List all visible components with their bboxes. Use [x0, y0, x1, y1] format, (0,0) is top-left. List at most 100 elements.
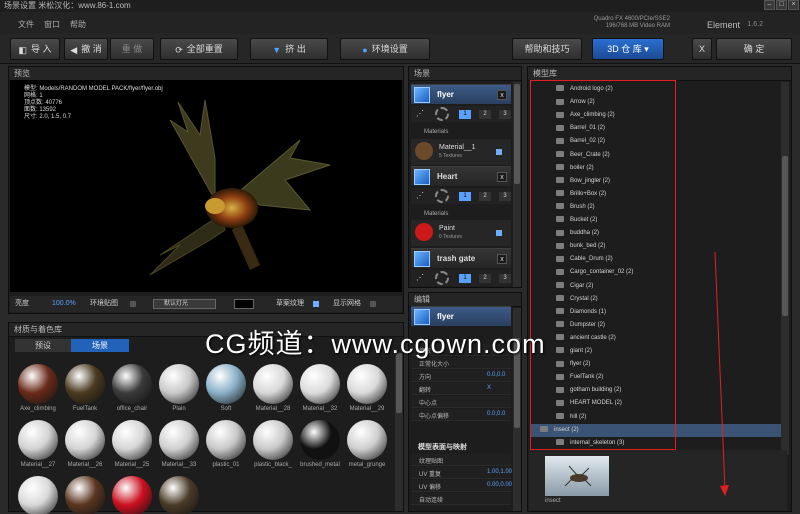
cancel-x-label: X: [698, 44, 705, 54]
draft-texture-checkbox[interactable]: [313, 301, 319, 307]
material-thumb[interactable]: [112, 476, 152, 514]
material-thumb[interactable]: [65, 364, 105, 404]
materials-header: Materials: [424, 211, 449, 217]
menu-bar: 文件 窗口 帮助 Quadro FX 4600/PCIe/SSE2 196/76…: [0, 12, 800, 34]
color-swatch[interactable]: [234, 299, 254, 309]
cancel-x-button[interactable]: X: [692, 38, 712, 60]
show-grid-label: 显示网格: [333, 300, 361, 307]
gear-icon[interactable]: [435, 189, 449, 203]
browser-scroll-thumb[interactable]: [782, 156, 788, 316]
material-row-heart[interactable]: Paint 0 Textures: [411, 220, 511, 246]
seg-3[interactable]: 3: [499, 274, 511, 283]
minimize-button[interactable]: –: [764, 0, 775, 10]
material-thumb[interactable]: [206, 420, 246, 460]
wing-left: [169, 99, 216, 202]
editor-row[interactable]: 翻转 X: [411, 383, 511, 395]
gpu-line2: 196/768 MB Video RAM: [605, 23, 670, 29]
material-thumb[interactable]: [65, 476, 105, 514]
material-thumb[interactable]: [253, 420, 293, 460]
help-tips-button[interactable]: 帮助和技巧: [512, 38, 582, 60]
seg-2[interactable]: 2: [479, 192, 491, 201]
material-thumb[interactable]: [253, 364, 293, 404]
material-thumb[interactable]: [347, 420, 387, 460]
preview-label: insect: [545, 498, 561, 504]
env-settings-button[interactable]: ● 环境设置: [340, 38, 430, 60]
material-thumb[interactable]: [18, 364, 58, 404]
remove-object-button[interactable]: x: [497, 90, 507, 100]
gear-icon[interactable]: [435, 107, 449, 121]
seg-3[interactable]: 3: [499, 110, 511, 119]
scene-scroll-thumb[interactable]: [514, 84, 520, 184]
scene-object-heart[interactable]: Heart x: [411, 166, 511, 186]
browser-scrollbar[interactable]: [781, 82, 789, 455]
editor-row-label: 自动连续: [419, 498, 444, 504]
seg-1[interactable]: 1: [459, 110, 471, 119]
remove-object-button[interactable]: x: [497, 254, 507, 264]
material-row-flyer[interactable]: Material__1 5 Textures: [411, 139, 511, 165]
close-button[interactable]: ×: [788, 0, 799, 10]
material-thumb[interactable]: [159, 420, 199, 460]
materials-scrollbar[interactable]: [395, 353, 403, 511]
seg-1[interactable]: 1: [459, 274, 471, 283]
reset-all-button[interactable]: ⟳ 全部重置: [160, 38, 238, 60]
material-thumb[interactable]: [112, 364, 152, 404]
editor-row[interactable]: 方向 0.0,0.0: [411, 370, 511, 382]
extrude-button[interactable]: ▼ 挤 出: [250, 38, 328, 60]
editor-row[interactable]: 中心点偏移 0.0,0.0: [411, 409, 511, 421]
material-name: Material__1: [439, 144, 476, 151]
nodes-icon[interactable]: ⋰: [416, 273, 424, 282]
scene-scrollbar[interactable]: [513, 82, 521, 287]
env-map-checkbox[interactable]: [130, 301, 136, 307]
nodes-icon[interactable]: ⋰: [416, 109, 424, 118]
materials-scroll-thumb[interactable]: [396, 353, 402, 413]
material-thumb[interactable]: [300, 364, 340, 404]
insect-thumbnail[interactable]: [545, 456, 609, 496]
material-thumb-label: Material__28: [255, 406, 291, 412]
material-thumb[interactable]: [112, 420, 152, 460]
seg-2[interactable]: 2: [479, 110, 491, 119]
material-thumb[interactable]: [300, 420, 340, 460]
material-thumb[interactable]: [206, 364, 246, 404]
material-thumb[interactable]: [18, 420, 58, 460]
material-thumb[interactable]: [18, 476, 58, 514]
menu-file[interactable]: 文件: [18, 19, 34, 30]
material-checkbox[interactable]: [496, 230, 502, 236]
seg-1[interactable]: 1: [459, 192, 471, 201]
brightness-value[interactable]: 100.0%: [52, 296, 76, 312]
undo-button[interactable]: ◀ 撤 消: [64, 38, 108, 60]
tab-scene[interactable]: 场景: [71, 339, 129, 352]
import-button[interactable]: ◧ 导 入: [10, 38, 60, 60]
maximize-button[interactable]: □: [776, 0, 787, 10]
gear-icon[interactable]: [435, 271, 449, 285]
seg-2[interactable]: 2: [479, 274, 491, 283]
scene-object-flyer[interactable]: flyer x: [411, 84, 511, 104]
light-select[interactable]: 默认灯光: [153, 299, 216, 309]
editor-row[interactable]: 纹理贴图: [411, 454, 511, 466]
material-thumb[interactable]: [159, 364, 199, 404]
title-bar: 场景设置 米松汉化：www.86-1.com – □ ×: [0, 0, 800, 12]
info-size: 尺寸: 2.0, 1.5, 0.7: [24, 114, 72, 120]
material-thumb[interactable]: [159, 476, 199, 514]
editor-row[interactable]: UV 偏移 0.00,0.00: [411, 480, 512, 492]
editor-row-label: UV 偏移: [419, 485, 442, 491]
editor-row-label: 中心点: [419, 401, 438, 407]
menu-window[interactable]: 窗口: [44, 19, 60, 30]
material-thumb[interactable]: [65, 420, 105, 460]
tab-presets[interactable]: 预设: [15, 339, 71, 352]
editor-row[interactable]: UV 重复 1.00,1.00: [411, 467, 512, 479]
show-grid-checkbox[interactable]: [370, 301, 376, 307]
nodes-icon[interactable]: ⋰: [416, 191, 424, 200]
material-thumb[interactable]: [347, 364, 387, 404]
material-checkbox[interactable]: [496, 149, 502, 155]
import-label: 导 入: [31, 44, 52, 54]
menu-help[interactable]: 帮助: [70, 19, 86, 30]
scene-object-trash-gate[interactable]: trash gate x: [411, 248, 511, 268]
seg-3[interactable]: 3: [499, 192, 511, 201]
confirm-button[interactable]: 确 定: [716, 38, 792, 60]
editor-row[interactable]: 自动连续: [411, 493, 511, 505]
redo-button[interactable]: 重 做: [110, 38, 154, 60]
repo-3d-button[interactable]: 3D 仓 库 ▾: [592, 38, 664, 60]
remove-object-button[interactable]: x: [497, 172, 507, 182]
editor-row[interactable]: 中心点: [411, 396, 511, 408]
editor-row-value: 0.0,0.0: [487, 411, 506, 417]
